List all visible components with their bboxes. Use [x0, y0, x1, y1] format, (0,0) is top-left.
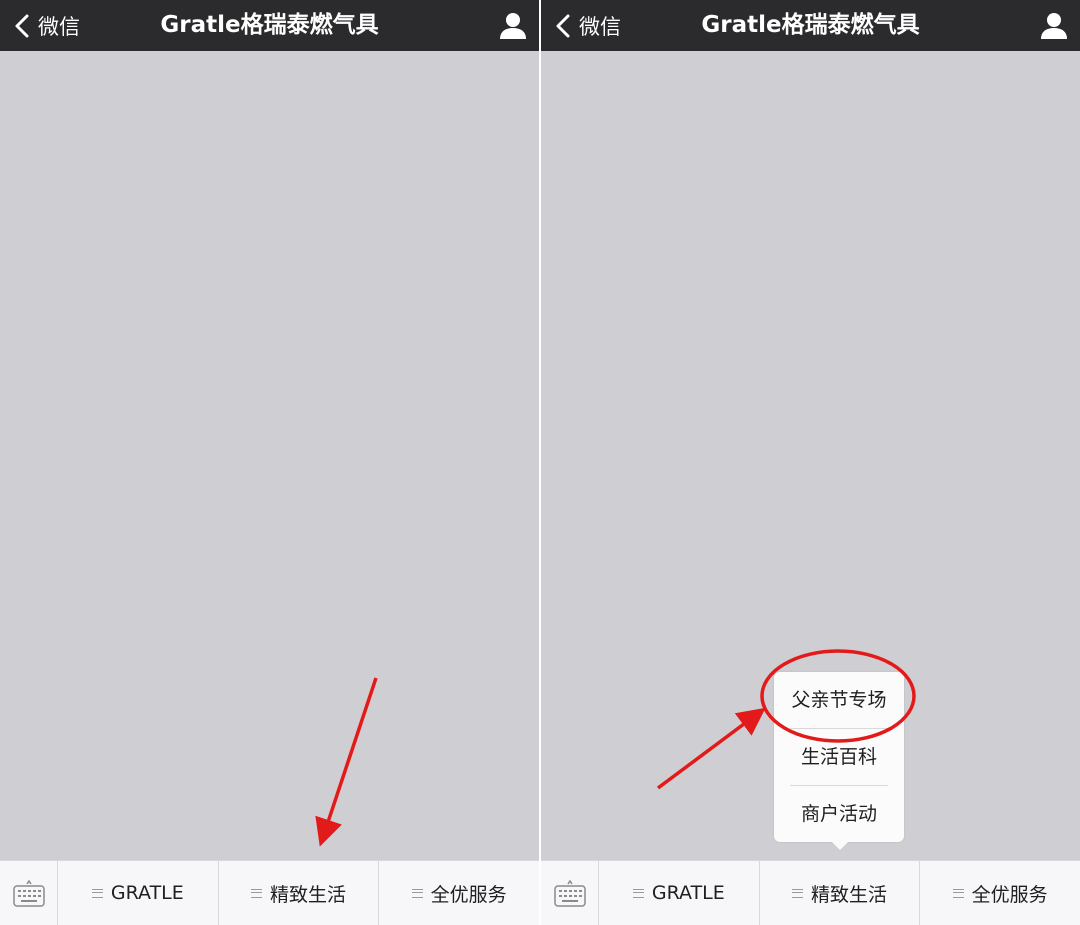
profile-icon[interactable] — [1038, 10, 1070, 42]
menu-lines-icon — [632, 888, 644, 898]
menu-item-label: GRATLE — [651, 882, 725, 904]
back-button[interactable]: 微信 — [10, 0, 80, 51]
menu-bar: GRATLE 精致生活 全优服务 — [0, 860, 539, 925]
menu-item-label: 全优服务 — [430, 883, 507, 906]
menu-bar: GRATLE 精致生活 全优服务 — [541, 860, 1080, 925]
menu-lines-icon — [91, 888, 103, 898]
menu-item-label: 精致生活 — [811, 883, 888, 906]
keyboard-icon — [553, 879, 586, 907]
back-label: 微信 — [38, 14, 80, 39]
submenu-item-life-wiki[interactable]: 生活百科 — [774, 729, 904, 785]
nav-header: 微信 Gratle格瑞泰燃气具 — [541, 0, 1080, 51]
profile-icon[interactable] — [497, 10, 529, 42]
keyboard-toggle-button[interactable] — [0, 861, 58, 925]
menu-item-lifestyle[interactable]: 精致生活 — [760, 861, 921, 925]
menu-item-label: GRATLE — [110, 882, 184, 904]
menu-item-label: 精致生活 — [270, 883, 347, 906]
submenu-pointer — [832, 842, 848, 850]
back-label: 微信 — [579, 14, 621, 39]
menu-lines-icon — [251, 888, 262, 898]
nav-header: 微信 Gratle格瑞泰燃气具 — [0, 0, 539, 51]
menu-item-label: 全优服务 — [971, 883, 1048, 906]
keyboard-toggle-button[interactable] — [541, 861, 599, 925]
submenu-item-merchant-events[interactable]: 商户活动 — [774, 786, 904, 842]
back-button[interactable]: 微信 — [551, 0, 621, 51]
keyboard-icon — [12, 879, 45, 907]
menu-lines-icon — [792, 888, 803, 898]
screen-left: 微信 Gratle格瑞泰燃气具 GRATLE 精致生活 全优服务 — [0, 0, 539, 925]
chat-area — [0, 51, 539, 860]
menu-item-gratle[interactable]: GRATLE — [599, 861, 760, 925]
menu-lines-icon — [952, 888, 964, 898]
menu-lines-icon — [411, 888, 423, 898]
menu-item-gratle[interactable]: GRATLE — [58, 861, 219, 925]
screen-right: 微信 Gratle格瑞泰燃气具 父亲节专场 生活百科 商户活动 GRATLE 精… — [541, 0, 1080, 925]
menu-item-lifestyle[interactable]: 精致生活 — [219, 861, 380, 925]
back-chevron-icon — [556, 14, 570, 37]
page-title: Gratle格瑞泰燃气具 — [160, 12, 379, 38]
back-chevron-icon — [15, 14, 29, 37]
page-title: Gratle格瑞泰燃气具 — [701, 12, 920, 38]
menu-item-service[interactable]: 全优服务 — [379, 861, 539, 925]
menu-item-service[interactable]: 全优服务 — [920, 861, 1080, 925]
submenu-item-fathers-day[interactable]: 父亲节专场 — [774, 672, 904, 728]
submenu-popup: 父亲节专场 生活百科 商户活动 — [774, 672, 904, 850]
